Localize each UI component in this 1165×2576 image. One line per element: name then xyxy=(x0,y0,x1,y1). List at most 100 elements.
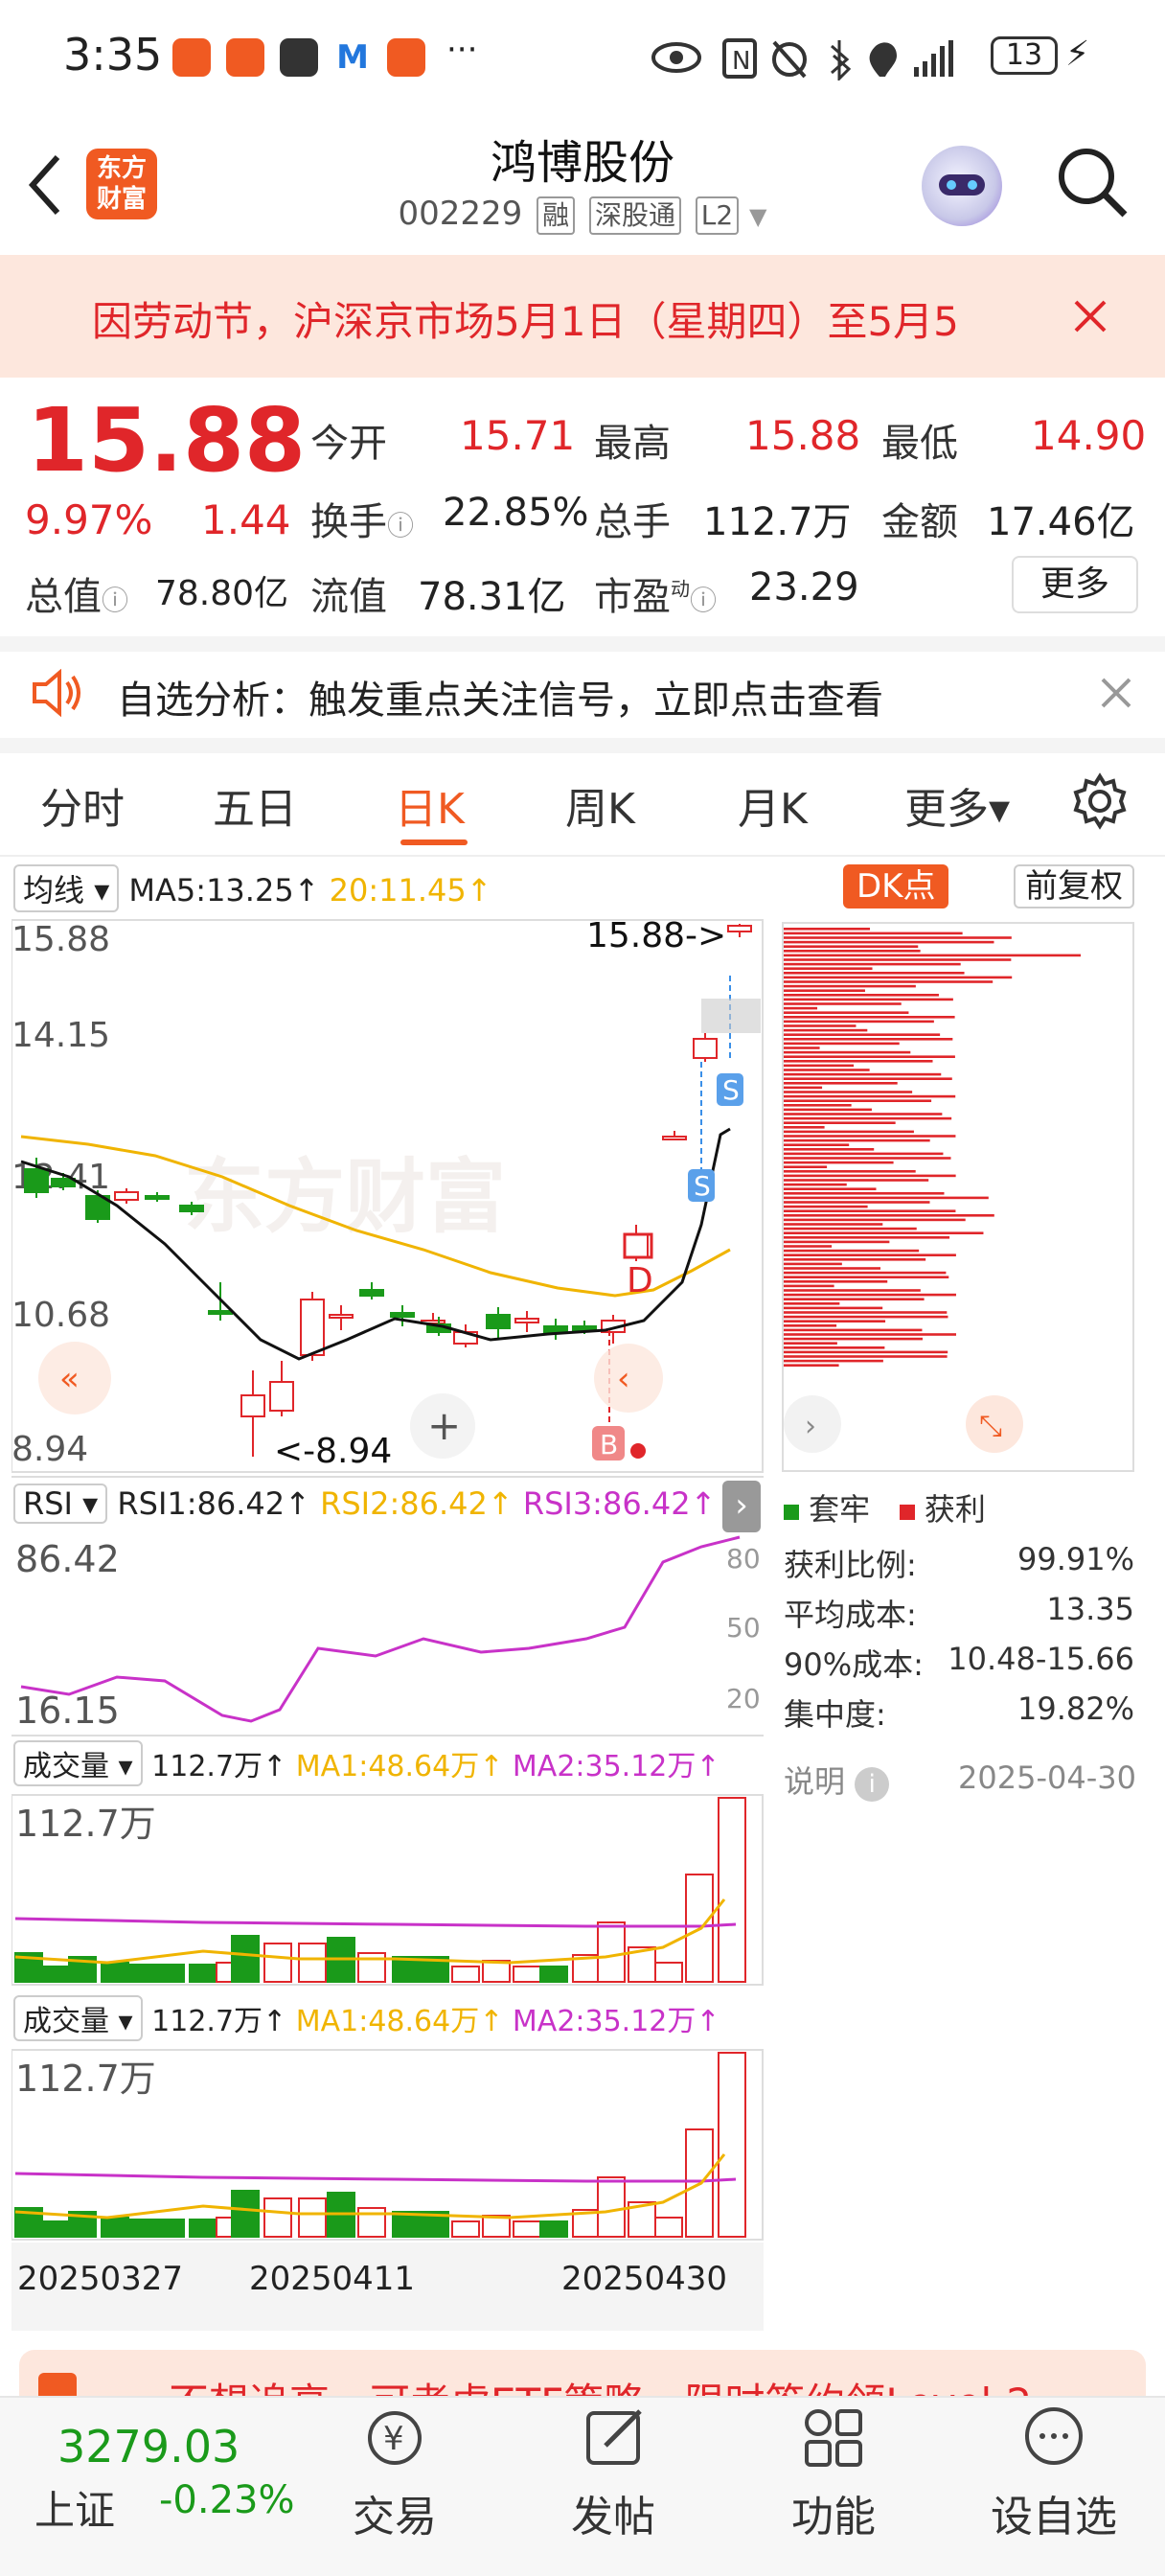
chip-bar xyxy=(784,1116,952,1120)
tab-weekly-k[interactable]: 周K xyxy=(565,774,635,836)
adjust-button[interactable]: 前复权 xyxy=(1014,864,1134,908)
volume-bar xyxy=(231,1935,260,1983)
vol2-select[interactable]: 成交量 ▾ xyxy=(13,1995,143,2041)
chip-bar xyxy=(784,1064,855,1068)
nav-post[interactable]: 发帖 xyxy=(537,2482,690,2543)
amount-value: 17.46亿 xyxy=(987,500,1135,544)
chip-distribution-chart[interactable]: › ⤡ xyxy=(782,922,1136,1472)
chip-stat-label: 平均成本: xyxy=(784,1597,917,1633)
info-icon[interactable]: ⓘ xyxy=(102,585,128,616)
chip-bar xyxy=(784,1276,949,1278)
pe-label: 市盈动ⓘ xyxy=(594,565,717,621)
vol2-toolbar: 成交量 ▾ 112.7万↑ MA1:48.64万↑ MA2:35.12万↑ xyxy=(13,1995,720,2041)
chip-bar xyxy=(784,1138,930,1142)
volume-chart[interactable]: 112.7万 xyxy=(11,1794,764,1986)
chip-bar xyxy=(784,1046,820,1049)
turnover-label: 换手ⓘ xyxy=(310,491,414,546)
tab-monthly-k[interactable]: 月K xyxy=(738,774,808,836)
index-name[interactable]: 上证 xyxy=(34,2478,115,2537)
chip-bar xyxy=(784,1205,868,1208)
candle xyxy=(24,1168,49,1193)
chip-stat-value: 13.35 xyxy=(1046,1591,1134,1627)
vol1-value: 112.7万↑ xyxy=(151,1750,287,1783)
app-notification-icon xyxy=(226,38,264,77)
info-icon[interactable]: ⓘ xyxy=(387,510,414,541)
chip-bar xyxy=(784,1218,966,1222)
tab-more[interactable]: 更多▾ xyxy=(904,774,1010,836)
rsi-level-label: 80 xyxy=(726,1543,761,1575)
chip-bar xyxy=(784,1072,942,1076)
chip-bar xyxy=(784,1187,877,1190)
rsi-select[interactable]: RSI ▾ xyxy=(13,1484,108,1524)
chip-bar xyxy=(784,1236,950,1239)
chip-bar xyxy=(784,1028,868,1032)
volume-label: 总手 xyxy=(594,500,671,544)
chip-bar xyxy=(784,932,963,935)
chip-bar xyxy=(784,1033,941,1036)
chip-bar xyxy=(784,1350,948,1354)
chip-bar xyxy=(784,1161,894,1164)
rsi-toolbar: RSI ▾ RSI1:86.42↑ RSI2:86.42↑ RSI3:86.42… xyxy=(13,1484,716,1524)
nav-trade[interactable]: 交易 xyxy=(318,2482,471,2543)
volume-chart[interactable]: 112.7万 xyxy=(11,2049,764,2241)
open-value: 15.71 xyxy=(460,412,576,459)
candle xyxy=(145,1195,170,1200)
chip-bar xyxy=(784,1284,834,1288)
volume-bar xyxy=(41,2220,70,2238)
chip-note-label: 说明 xyxy=(784,1763,846,1800)
svg-text:›: › xyxy=(805,1410,816,1443)
chip-bar xyxy=(784,936,1012,939)
chip-bar xyxy=(784,1135,956,1138)
index-change[interactable]: -0.23% xyxy=(159,2478,295,2522)
settings-icon[interactable] xyxy=(1071,772,1129,830)
info-icon[interactable]: i xyxy=(855,1767,890,1802)
chip-note[interactable]: 说明 i xyxy=(784,1758,890,1802)
volume-bar xyxy=(263,1943,292,1983)
rsi-chart[interactable]: 86.42 16.15 80 50 20 xyxy=(11,1533,764,1733)
vol1-toolbar: 成交量 ▾ 112.7万↑ MA1:48.64万↑ MA2:35.12万↑ xyxy=(13,1740,720,1786)
more-button[interactable]: 更多 xyxy=(1012,556,1138,613)
volume-bar xyxy=(101,1962,129,1983)
tab-intraday[interactable]: 分时 xyxy=(40,774,125,836)
svg-text:B: B xyxy=(600,1429,618,1460)
add-watchlist-icon[interactable] xyxy=(1021,2405,1088,2469)
search-icon[interactable] xyxy=(1054,144,1131,220)
volume-ma2-line xyxy=(14,2172,737,2183)
vol2-value: 112.7万↑ xyxy=(151,2005,287,2038)
pe-sup: 动 xyxy=(671,577,690,601)
ma-select[interactable]: 均线 ▾ xyxy=(13,864,120,912)
function-icon[interactable] xyxy=(801,2405,868,2469)
nav-function[interactable]: 功能 xyxy=(757,2482,910,2543)
robot-assistant-icon[interactable] xyxy=(922,146,1002,226)
kline-chart[interactable]: 东方财富 15.8814.1512.4110.688.94 15.88-> <-… xyxy=(11,918,764,1474)
chip-bar xyxy=(784,1311,948,1314)
close-icon[interactable] xyxy=(1100,677,1132,709)
candle xyxy=(390,1312,415,1318)
vol1-select[interactable]: 成交量 ▾ xyxy=(13,1740,143,1786)
holiday-notice-banner[interactable]: 因劳动节，沪深京市场5月1日（星期四）至5月5 xyxy=(0,255,1165,378)
post-icon[interactable] xyxy=(582,2405,650,2469)
y-axis-label: 14.15 xyxy=(11,1016,110,1055)
close-icon[interactable] xyxy=(1073,299,1108,334)
mail-icon: M xyxy=(333,38,372,77)
chip-bar xyxy=(784,980,994,983)
candle xyxy=(486,1314,511,1329)
trade-icon[interactable]: ¥ xyxy=(362,2407,429,2469)
chevron-down-icon[interactable]: ▼ xyxy=(749,203,766,230)
trap-swatch xyxy=(784,1505,799,1520)
chip-stat-row: 平均成本: 13.35 xyxy=(784,1591,1134,1635)
expand-indicator-button[interactable]: › xyxy=(722,1481,761,1532)
candle xyxy=(179,1205,204,1212)
dk-point-button[interactable]: DK点 xyxy=(843,864,949,908)
svg-text:S: S xyxy=(722,1074,740,1106)
chip-bar xyxy=(784,1240,890,1244)
info-icon[interactable]: ⓘ xyxy=(690,585,717,616)
candle xyxy=(624,1233,649,1258)
analysis-text[interactable]: 自选分析：触发重点关注信号，立即点击查看 xyxy=(117,669,883,724)
tab-five-day[interactable]: 五日 xyxy=(213,774,297,836)
chip-bar xyxy=(784,1262,842,1266)
chip-bar xyxy=(784,1050,911,1054)
index-value[interactable]: 3279.03 xyxy=(57,2421,240,2472)
nav-add-watchlist[interactable]: 设自选 xyxy=(977,2482,1131,2543)
tab-daily-k[interactable]: 日K xyxy=(395,774,465,836)
